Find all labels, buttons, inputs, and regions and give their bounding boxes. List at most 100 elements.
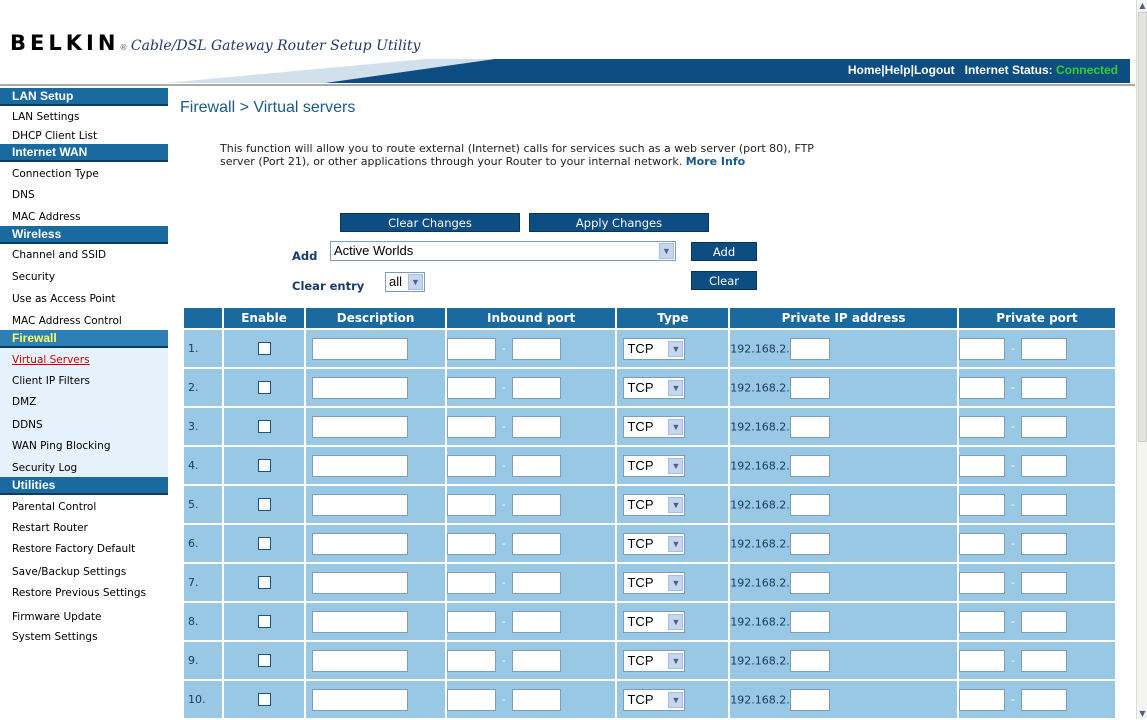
description-input[interactable] [312, 532, 409, 555]
inbound-port-end-input[interactable] [511, 376, 561, 399]
sidebar-item-restore-previous-settings[interactable]: Restore Previous Settings [0, 583, 168, 605]
description-input[interactable] [312, 649, 409, 672]
private-port-end-input[interactable] [1020, 454, 1067, 477]
sidebar-item-dns[interactable]: DNS [0, 184, 168, 206]
inbound-port-end-input[interactable] [511, 610, 561, 633]
type-select[interactable]: TCP ▼ [623, 376, 686, 399]
sidebar-item-dmz[interactable]: DMZ [0, 392, 168, 413]
enable-checkbox[interactable] [257, 693, 271, 706]
private-port-start-input[interactable] [958, 571, 1005, 594]
inbound-port-end-input[interactable] [511, 337, 561, 360]
type-select[interactable]: TCP ▼ [623, 493, 686, 516]
type-select[interactable]: TCP ▼ [623, 454, 686, 477]
sidebar-item-use-as-access-point[interactable]: Use as Access Point [0, 288, 168, 310]
description-input[interactable] [312, 610, 409, 633]
private-port-end-input[interactable] [1020, 610, 1067, 633]
type-select[interactable]: TCP ▼ [623, 337, 686, 360]
sidebar-item-mac-address[interactable]: MAC Address [0, 206, 168, 226]
private-ip-input[interactable] [789, 532, 830, 555]
private-ip-input[interactable] [789, 688, 830, 711]
private-port-end-input[interactable] [1020, 415, 1067, 438]
add-service-select[interactable]: Active Worlds ▼ [330, 241, 676, 261]
vertical-scrollbar[interactable]: ▲ ▼ [1136, 0, 1147, 719]
inbound-port-start-input[interactable] [446, 337, 496, 360]
sidebar-item-mac-address-control[interactable]: MAC Address Control [0, 310, 168, 330]
chevron-down-icon[interactable]: ▼ [668, 613, 684, 630]
sidebar-item-ddns[interactable]: DDNS [0, 413, 168, 435]
private-ip-input[interactable] [789, 415, 830, 438]
private-port-end-input[interactable] [1020, 649, 1067, 672]
inbound-port-start-input[interactable] [446, 688, 496, 711]
apply-changes-button[interactable]: Apply Changes [529, 213, 709, 232]
inbound-port-start-input[interactable] [446, 454, 496, 477]
sidebar-item-restart-router[interactable]: Restart Router [0, 517, 168, 539]
type-select[interactable]: TCP ▼ [623, 415, 686, 438]
chevron-down-icon[interactable]: ▼ [659, 243, 674, 259]
inbound-port-start-input[interactable] [446, 571, 496, 594]
chevron-down-icon[interactable]: ▼ [668, 652, 684, 669]
sidebar-item-connection-type[interactable]: Connection Type [0, 162, 168, 184]
inbound-port-end-input[interactable] [511, 649, 561, 672]
private-ip-input[interactable] [789, 649, 830, 672]
private-port-start-input[interactable] [958, 415, 1005, 438]
inbound-port-start-input[interactable] [446, 376, 496, 399]
private-port-end-input[interactable] [1020, 532, 1067, 555]
chevron-down-icon[interactable]: ▼ [668, 379, 684, 396]
enable-checkbox[interactable] [257, 498, 271, 511]
help-link[interactable]: Help [885, 63, 911, 77]
description-input[interactable] [312, 493, 409, 516]
description-input[interactable] [312, 571, 409, 594]
private-port-end-input[interactable] [1020, 493, 1067, 516]
private-ip-input[interactable] [789, 337, 830, 360]
sidebar-item-lan-settings[interactable]: LAN Settings [0, 106, 168, 126]
more-info-link[interactable]: More Info [686, 155, 746, 168]
chevron-down-icon[interactable]: ▼ [668, 457, 684, 474]
private-port-start-input[interactable] [958, 493, 1005, 516]
enable-checkbox[interactable] [257, 654, 271, 667]
sidebar-item-client-ip-filters[interactable]: Client IP Filters [0, 370, 168, 392]
private-ip-input[interactable] [789, 610, 830, 633]
scroll-up-arrow-icon[interactable]: ▲ [1137, 0, 1147, 11]
logout-link[interactable]: Logout [914, 63, 955, 77]
clear-entry-select[interactable]: all ▼ [385, 272, 425, 292]
chevron-down-icon[interactable]: ▼ [408, 274, 423, 290]
private-ip-input[interactable] [789, 376, 830, 399]
sidebar-item-save-backup-settings[interactable]: Save/Backup Settings [0, 561, 168, 583]
chevron-down-icon[interactable]: ▼ [668, 496, 684, 513]
private-port-end-input[interactable] [1020, 571, 1067, 594]
description-input[interactable] [312, 376, 409, 399]
private-port-end-input[interactable] [1020, 688, 1067, 711]
sidebar-item-security-log[interactable]: Security Log [0, 457, 168, 477]
type-select[interactable]: TCP ▼ [623, 571, 686, 594]
private-ip-input[interactable] [789, 493, 830, 516]
sidebar-item-virtual-servers[interactable]: Virtual Servers [0, 348, 168, 370]
enable-checkbox[interactable] [257, 381, 271, 394]
sidebar-item-wan-ping-blocking[interactable]: WAN Ping Blocking [0, 435, 168, 457]
inbound-port-start-input[interactable] [446, 610, 496, 633]
inbound-port-end-input[interactable] [511, 571, 561, 594]
inbound-port-end-input[interactable] [511, 454, 561, 477]
sidebar-item-security[interactable]: Security [0, 266, 168, 288]
description-input[interactable] [312, 688, 409, 711]
private-port-start-input[interactable] [958, 532, 1005, 555]
description-input[interactable] [312, 415, 409, 438]
clear-changes-button[interactable]: Clear Changes [340, 213, 520, 232]
enable-checkbox[interactable] [257, 342, 271, 355]
type-select[interactable]: TCP ▼ [623, 532, 686, 555]
inbound-port-end-input[interactable] [511, 493, 561, 516]
chevron-down-icon[interactable]: ▼ [668, 535, 684, 552]
chevron-down-icon[interactable]: ▼ [668, 691, 684, 708]
inbound-port-start-input[interactable] [446, 415, 496, 438]
private-ip-input[interactable] [789, 454, 830, 477]
type-select[interactable]: TCP ▼ [623, 649, 686, 672]
private-ip-input[interactable] [789, 571, 830, 594]
type-select[interactable]: TCP ▼ [623, 610, 686, 633]
inbound-port-start-input[interactable] [446, 532, 496, 555]
add-button[interactable]: Add [691, 242, 757, 261]
enable-checkbox[interactable] [257, 537, 271, 550]
enable-checkbox[interactable] [257, 576, 271, 589]
private-port-start-input[interactable] [958, 649, 1005, 672]
private-port-start-input[interactable] [958, 376, 1005, 399]
sidebar-item-firmware-update[interactable]: Firmware Update [0, 605, 168, 627]
description-input[interactable] [312, 454, 409, 477]
